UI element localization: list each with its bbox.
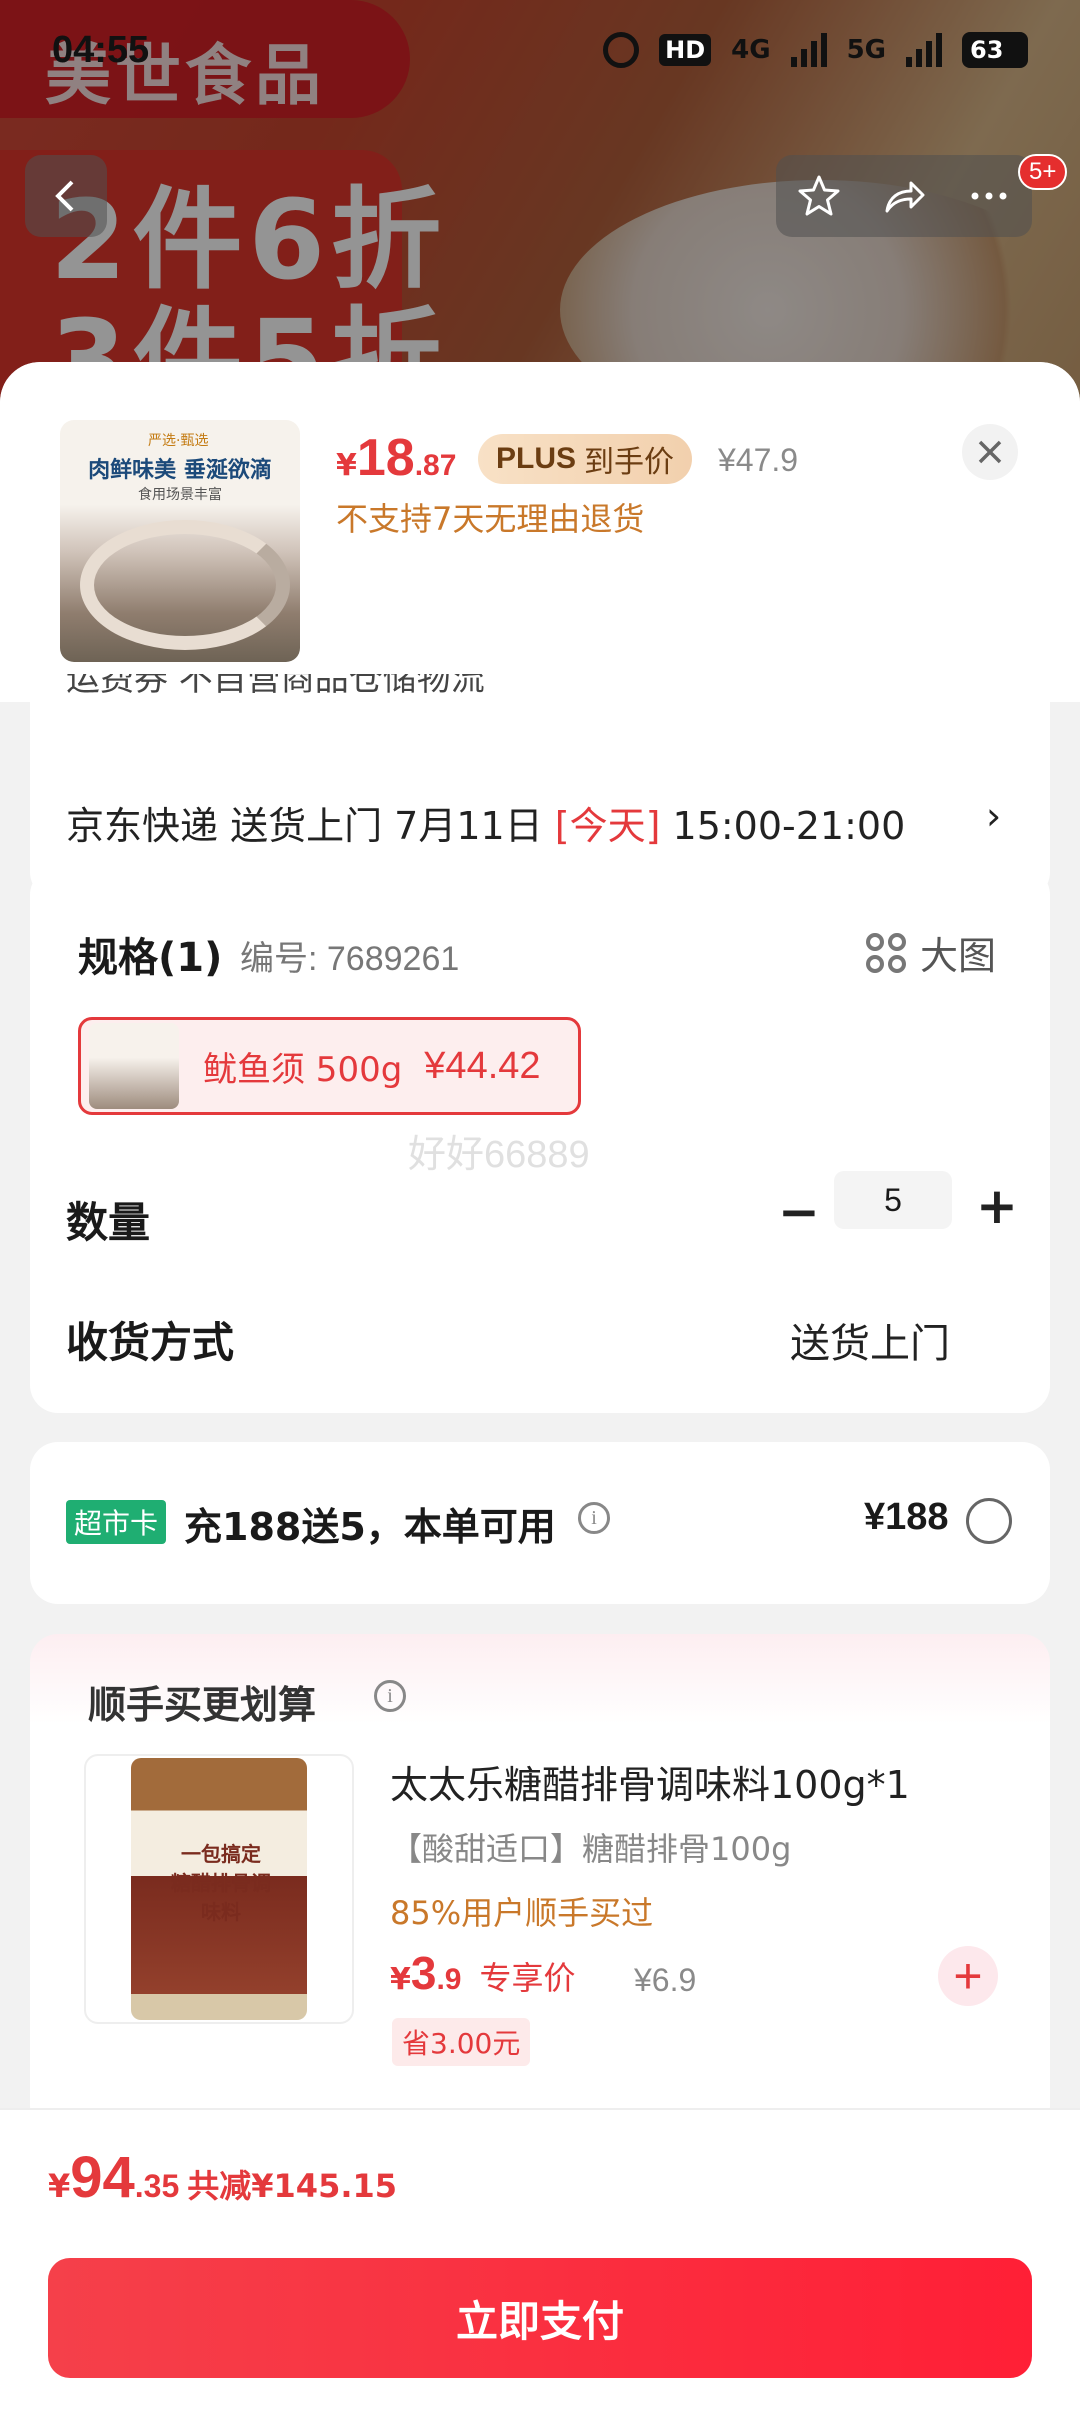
more-icon[interactable] — [966, 173, 1012, 219]
status-bar: 04:55 HD 4G 5G 63 — [0, 0, 1080, 100]
signal-icon — [906, 33, 942, 67]
big-image-label: 大图 — [920, 934, 997, 978]
addon-original-price: ¥6.9 — [634, 1962, 697, 1998]
seasoning-pack: 一包搞定 糖醋排骨调味料 — [131, 1758, 307, 2020]
option-price: ¥44.42 — [424, 1044, 541, 1087]
offer-text: 充188送5，本单可用 — [184, 1505, 556, 1549]
network-5g-label: 5G — [846, 35, 886, 65]
decrement-button[interactable]: − — [778, 1183, 820, 1241]
thumb-photo — [80, 520, 290, 650]
purchase-sheet: 严选·甄选 肉鲜味美 垂涎欲滴 食用场景丰富 ¥ 18 .87 PLUS 到手价… — [0, 362, 1080, 2412]
chevron-right-icon: › — [986, 794, 1002, 838]
delivery-today: [今天] — [554, 804, 661, 848]
addon-price-currency: ¥ — [390, 1962, 411, 1997]
delivery-info: 京东快递 送货上门 7月11日 [今天] 15:00-21:00 — [66, 795, 905, 850]
pay-now-button[interactable]: 立即支付 — [48, 2258, 1032, 2378]
total-integer: 94 — [70, 2145, 135, 2210]
addon-title: 顺手买更划算 — [88, 1683, 317, 1727]
shipping-label: 收货方式 — [66, 1318, 235, 1367]
addon-savings-badge: 省3.00元 — [392, 2018, 531, 2066]
battery-icon: 63 — [962, 32, 1028, 68]
addon-product-image[interactable]: 一包搞定 糖醋排骨调味料 — [84, 1754, 354, 2024]
thumb-tag: 严选·甄选 — [148, 433, 209, 449]
message-badge: 5+ — [1018, 154, 1068, 190]
info-icon[interactable]: i — [578, 1502, 610, 1534]
addon-product-name[interactable]: 太太乐糖醋排骨调味料100g*1 — [390, 1754, 910, 1809]
quantity-label: 数量 — [66, 1198, 151, 1247]
spec-card: 规格(1) 编号: 7689261 大图 鱿鱼须 500g ¥44.42 好好6… — [30, 867, 1050, 1413]
plus-tag-text: 到手价 — [584, 445, 675, 480]
watermark: 好好66889 — [408, 1134, 590, 1176]
network-4g-label: 4G — [731, 35, 771, 65]
thumb-slogan: 肉鲜味美 垂涎欲滴 — [88, 458, 272, 483]
hd-icon: HD — [659, 34, 712, 66]
exclusive-price-label: 专享价 — [479, 1959, 576, 1997]
checkout-bar: ¥ 94 .35 共减¥145.15 立即支付 — [0, 2108, 1080, 2412]
info-icon[interactable]: i — [374, 1680, 406, 1712]
product-code: 编号: 7689261 — [240, 940, 460, 978]
alarm-icon — [603, 32, 640, 68]
supermarket-card-tag: 超市卡 — [66, 1500, 167, 1544]
share-icon[interactable] — [881, 173, 927, 219]
offer-radio[interactable] — [966, 1498, 1012, 1544]
shipping-method[interactable]: 送货上门 — [790, 1311, 950, 1369]
addon-bought-stat: 85%用户顺手买过 — [390, 1894, 654, 1932]
offer-amount: ¥188 — [864, 1496, 949, 1538]
chevron-left-icon — [55, 180, 74, 212]
addon-price-decimal: .9 — [436, 1963, 462, 1996]
price-decimal: .87 — [414, 449, 457, 482]
total-decimal: .35 — [134, 2168, 180, 2204]
sheet-header: 严选·甄选 肉鲜味美 垂涎欲滴 食用场景丰富 ¥ 18 .87 PLUS 到手价… — [0, 362, 1080, 702]
product-thumbnail: 严选·甄选 肉鲜味美 垂涎欲滴 食用场景丰富 — [60, 420, 300, 662]
total-discount: 共减¥145.15 — [187, 2167, 398, 2205]
add-addon-button[interactable]: + — [938, 1946, 998, 2006]
delivery-method: 京东快递 送货上门 7月11日 — [66, 804, 555, 848]
increment-button[interactable]: + — [976, 1177, 1018, 1235]
return-policy: 不支持7天无理由退货 — [336, 500, 645, 538]
addon-price-integer: 3 — [410, 1947, 437, 1999]
total-currency: ¥ — [48, 2167, 71, 2205]
delivery-time: 15:00-21:00 — [660, 804, 906, 848]
addon-product-desc: 【酸甜适口】糖醋排骨100g — [390, 1830, 792, 1868]
addon-price: ¥ 3 .9 专享价 — [390, 1946, 576, 2000]
back-button[interactable] — [25, 155, 107, 237]
pack-label: 一包搞定 糖醋排骨调味料 — [171, 1842, 271, 1924]
grid-icon — [866, 932, 906, 973]
status-time: 04:55 — [52, 28, 150, 71]
supermarket-card-offer[interactable]: 超市卡 充188送5，本单可用 i ¥188 — [30, 1442, 1050, 1604]
star-icon[interactable] — [796, 173, 842, 219]
total-price: ¥ 94 .35 共减¥145.15 — [48, 2144, 397, 2211]
top-actions — [776, 155, 1032, 237]
addon-card: 顺手买更划算 i 一包搞定 糖醋排骨调味料 太太乐糖醋排骨调味料100g*1 【… — [30, 1634, 1050, 2134]
battery-level: 63 — [970, 36, 1004, 64]
thumb-subtitle: 食用场景丰富 — [138, 487, 222, 503]
plus-price: ¥ 18 .87 — [336, 428, 456, 488]
plus-price-tag: PLUS 到手价 — [478, 434, 693, 484]
price-currency: ¥ — [336, 448, 357, 483]
big-image-button[interactable]: 大图 — [866, 925, 996, 980]
original-price: ¥47.9 — [718, 442, 799, 478]
plus-label: PLUS — [496, 442, 577, 475]
spec-option-selected[interactable]: 鱿鱼须 500g ¥44.42 — [78, 1017, 581, 1115]
option-name: 鱿鱼须 500g — [203, 1049, 403, 1090]
option-thumbnail — [89, 1023, 179, 1109]
signal-icon — [790, 33, 827, 67]
delivery-hidden-line: 运费券 不自营商品仓储物流 — [66, 674, 485, 699]
quantity-input[interactable]: 5 — [834, 1171, 952, 1229]
close-icon — [978, 440, 1002, 464]
close-button[interactable] — [962, 424, 1018, 480]
spec-title: 规格(1) — [78, 935, 223, 981]
price-integer: 18 — [356, 429, 415, 487]
